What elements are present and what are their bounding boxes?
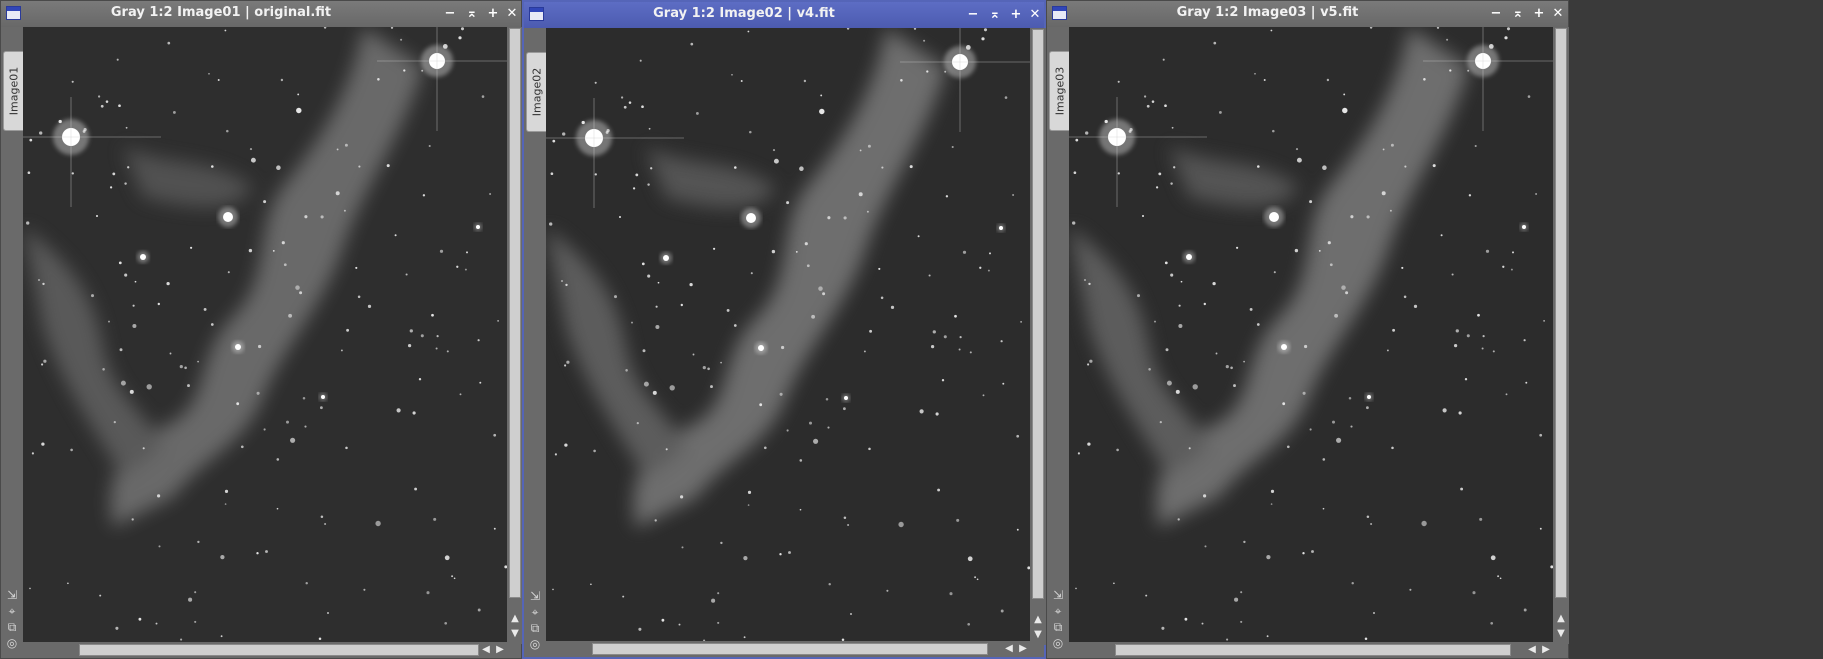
clone-icon[interactable]: ⧉ bbox=[1050, 619, 1066, 635]
horizontal-scroll-thumb[interactable] bbox=[592, 643, 988, 655]
scroll-up-icon[interactable]: ▲ bbox=[508, 613, 522, 625]
vertical-scroll-thumb[interactable] bbox=[1555, 28, 1567, 598]
vertical-scroll-thumb[interactable] bbox=[509, 28, 521, 598]
vertical-scrollbar[interactable]: ▲ ▼ bbox=[1030, 28, 1046, 645]
view-sidebar: Image03 ⇲ ⌖ ⧉ ◎ bbox=[1047, 27, 1069, 658]
window-titlebar[interactable]: Gray 1:2 Image02 | v4.fit − ⌅ + ✕ bbox=[524, 2, 1044, 28]
target-icon[interactable]: ◎ bbox=[1050, 635, 1066, 651]
horizontal-scrollbar[interactable]: ◀ ▶ bbox=[546, 641, 1030, 657]
vertical-scrollbar[interactable]: ▲ ▼ bbox=[1553, 27, 1569, 644]
target-icon[interactable]: ◎ bbox=[4, 635, 20, 651]
image-window-3[interactable]: Gray 1:2 Image03 | v5.fit − ⌅ + ✕ Image0… bbox=[1046, 0, 1569, 659]
minimize-button[interactable]: − bbox=[1487, 5, 1505, 23]
nebula-image bbox=[1069, 27, 1553, 644]
scroll-left-icon[interactable]: ◀ bbox=[479, 644, 493, 656]
scroll-left-icon[interactable]: ◀ bbox=[1002, 643, 1016, 655]
maximize-button[interactable]: + bbox=[1007, 6, 1025, 24]
nebula-image bbox=[23, 27, 507, 644]
maximize-button[interactable]: + bbox=[1530, 5, 1548, 23]
scroll-up-icon[interactable]: ▲ bbox=[1554, 613, 1568, 625]
image-id-tab[interactable]: Image02 bbox=[526, 52, 546, 132]
scroll-right-icon[interactable]: ▶ bbox=[1016, 643, 1030, 655]
window-icon bbox=[1052, 6, 1067, 20]
horizontal-scrollbar[interactable]: ◀ ▶ bbox=[1069, 642, 1553, 658]
window-title: Gray 1:2 Image01 | original.fit bbox=[110, 5, 332, 20]
zoom-icon[interactable]: ⌖ bbox=[4, 603, 20, 619]
scroll-up-icon[interactable]: ▲ bbox=[1031, 614, 1045, 626]
scroll-left-icon[interactable]: ◀ bbox=[1525, 644, 1539, 656]
image-view[interactable] bbox=[546, 28, 1030, 645]
window-icon bbox=[529, 7, 544, 21]
horizontal-scroll-thumb[interactable] bbox=[1115, 644, 1511, 656]
scroll-right-icon[interactable]: ▶ bbox=[1539, 644, 1553, 656]
clone-icon[interactable]: ⧉ bbox=[4, 619, 20, 635]
close-button[interactable]: ✕ bbox=[1549, 5, 1567, 23]
image-view[interactable] bbox=[23, 27, 507, 644]
fit-view-icon[interactable]: ⇲ bbox=[527, 588, 543, 604]
clone-icon[interactable]: ⧉ bbox=[527, 620, 543, 636]
image-view[interactable] bbox=[1069, 27, 1553, 644]
vertical-scroll-thumb[interactable] bbox=[1032, 29, 1044, 599]
vertical-scrollbar[interactable]: ▲ ▼ bbox=[507, 27, 523, 644]
shade-button[interactable]: ⌅ bbox=[463, 5, 481, 23]
window-titlebar[interactable]: Gray 1:2 Image03 | v5.fit − ⌅ + ✕ bbox=[1047, 1, 1568, 27]
fit-view-icon[interactable]: ⇲ bbox=[1050, 587, 1066, 603]
image-id-tab[interactable]: Image03 bbox=[1049, 51, 1069, 131]
image-id-label: Image01 bbox=[7, 66, 20, 116]
scroll-down-icon[interactable]: ▼ bbox=[508, 628, 522, 640]
target-icon[interactable]: ◎ bbox=[527, 636, 543, 652]
close-button[interactable]: ✕ bbox=[503, 5, 521, 23]
minimize-button[interactable]: − bbox=[441, 5, 459, 23]
nebula-image bbox=[546, 28, 1030, 645]
window-title: Gray 1:2 Image03 | v5.fit bbox=[1176, 5, 1359, 20]
image-window-2[interactable]: Gray 1:2 Image02 | v4.fit − ⌅ + ✕ Image0… bbox=[522, 0, 1046, 659]
view-sidebar: Image01 ⇲ ⌖ ⧉ ◎ bbox=[1, 27, 23, 658]
close-button[interactable]: ✕ bbox=[1026, 6, 1044, 24]
shade-button[interactable]: ⌅ bbox=[1509, 5, 1527, 23]
maximize-button[interactable]: + bbox=[484, 5, 502, 23]
view-sidebar: Image02 ⇲ ⌖ ⧉ ◎ bbox=[524, 28, 546, 657]
image-id-label: Image03 bbox=[1053, 66, 1066, 116]
scroll-right-icon[interactable]: ▶ bbox=[493, 644, 507, 656]
zoom-icon[interactable]: ⌖ bbox=[1050, 603, 1066, 619]
horizontal-scroll-thumb[interactable] bbox=[79, 644, 479, 656]
minimize-button[interactable]: − bbox=[964, 6, 982, 24]
image-id-label: Image02 bbox=[530, 67, 543, 117]
fit-view-icon[interactable]: ⇲ bbox=[4, 587, 20, 603]
horizontal-scrollbar[interactable]: ◀ ▶ bbox=[23, 642, 507, 658]
window-icon bbox=[6, 6, 21, 20]
image-window-1[interactable]: Gray 1:2 Image01 | original.fit − ⌅ + ✕ … bbox=[0, 0, 523, 659]
zoom-icon[interactable]: ⌖ bbox=[527, 604, 543, 620]
shade-button[interactable]: ⌅ bbox=[986, 6, 1004, 24]
window-titlebar[interactable]: Gray 1:2 Image01 | original.fit − ⌅ + ✕ bbox=[1, 1, 521, 27]
image-id-tab[interactable]: Image01 bbox=[3, 51, 23, 131]
scroll-down-icon[interactable]: ▼ bbox=[1031, 629, 1045, 641]
scroll-down-icon[interactable]: ▼ bbox=[1554, 628, 1568, 640]
window-title: Gray 1:2 Image02 | v4.fit bbox=[653, 6, 835, 21]
